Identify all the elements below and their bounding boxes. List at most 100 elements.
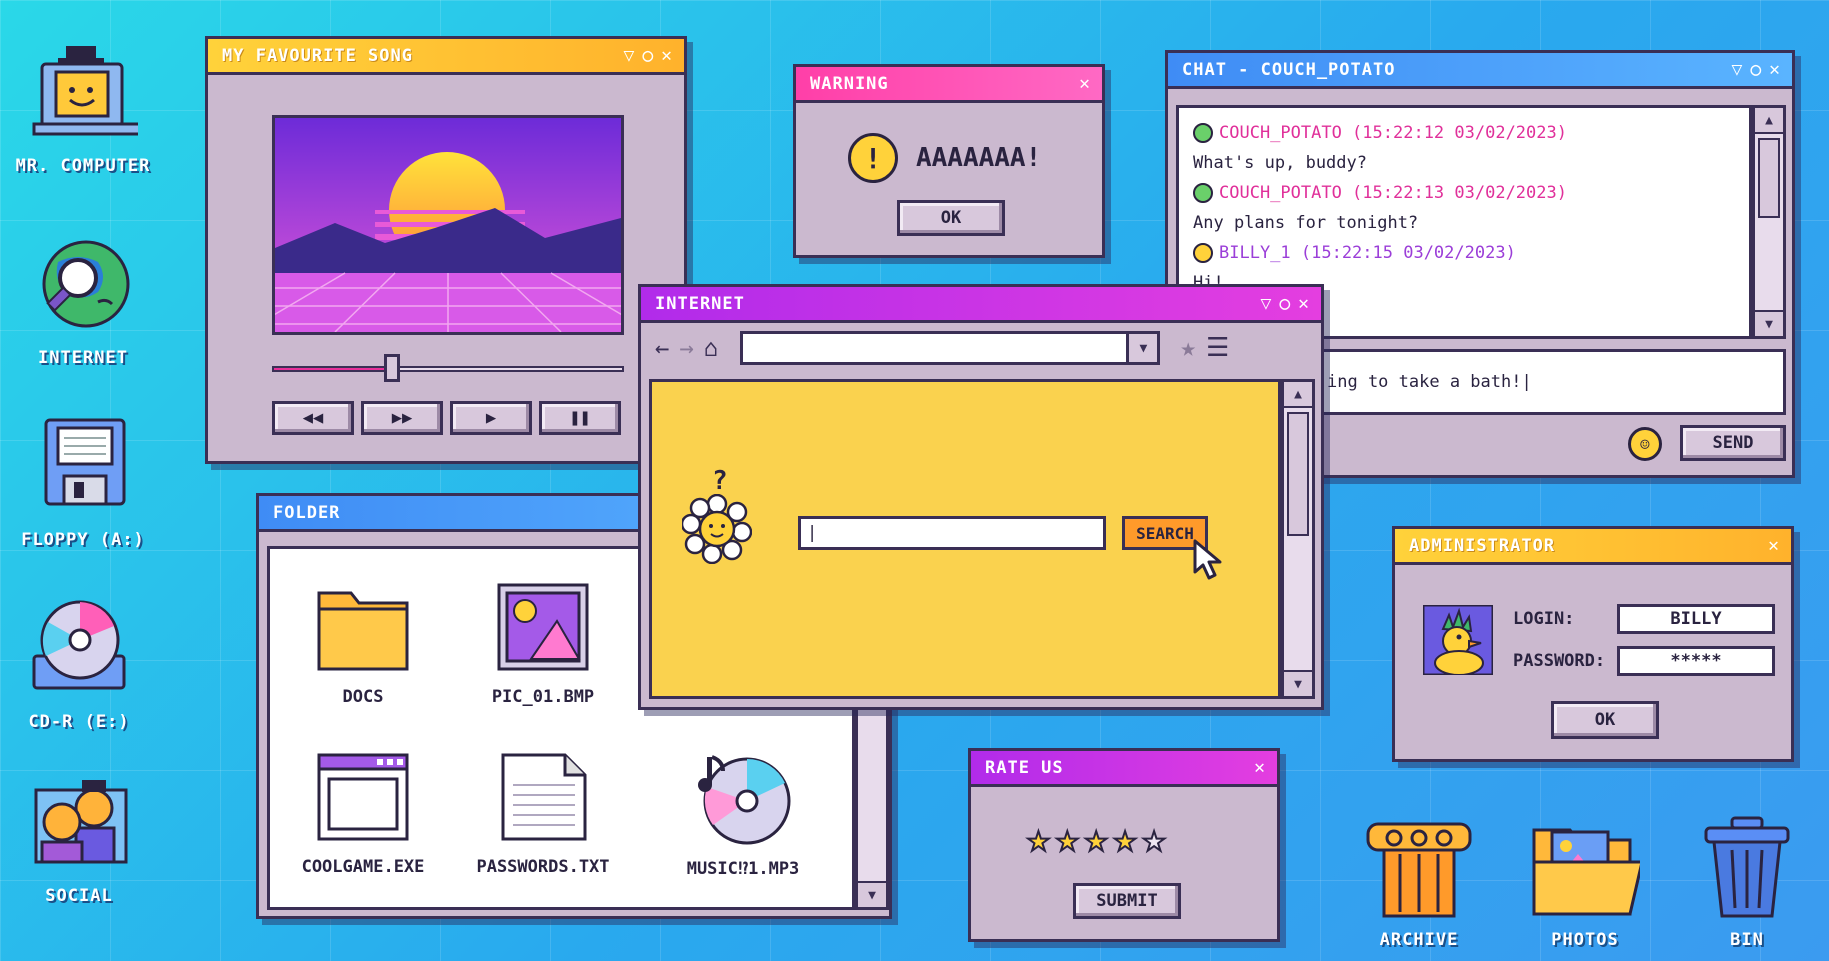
- rate-us-window[interactable]: RATE US ✕ ★ ★ ★ ★ ★ SUBMIT: [968, 748, 1280, 942]
- file-item-passwords[interactable]: PASSWORDS.TXT: [468, 753, 618, 877]
- chat-message-header: COUCH_POTATO (15:22:13 03/02/2023): [1193, 178, 1735, 208]
- scroll-up-icon[interactable]: ▲: [1284, 382, 1312, 408]
- address-bar[interactable]: ▼: [740, 331, 1161, 365]
- fast-forward-icon: ▶▶: [391, 408, 413, 428]
- desktop-icon-cd[interactable]: CD-R (E:): [4, 596, 154, 732]
- ok-button[interactable]: OK: [897, 200, 1005, 236]
- photos-folder-icon: [1530, 814, 1644, 924]
- star-filled-icon[interactable]: ★: [1084, 818, 1109, 858]
- desktop-icon-label: MR. COMPUTER: [15, 156, 151, 176]
- maximize-icon[interactable]: ○: [1750, 59, 1761, 80]
- music-cd-icon: [698, 755, 791, 845]
- home-icon[interactable]: ⌂: [704, 334, 718, 362]
- minimize-icon[interactable]: ▽: [1260, 293, 1271, 314]
- password-label: PASSWORD:: [1513, 651, 1606, 671]
- browser-scrollbar[interactable]: ▲ ▼: [1281, 379, 1315, 699]
- rewind-icon: ◀◀: [302, 408, 324, 428]
- window-title: WARNING: [810, 73, 889, 94]
- close-icon[interactable]: ✕: [1768, 535, 1779, 556]
- scroll-thumb[interactable]: [1758, 138, 1780, 218]
- folder-icon: [317, 591, 409, 671]
- minimize-icon[interactable]: ▽: [623, 45, 634, 66]
- flower-mascot-icon: [682, 494, 752, 564]
- scroll-down-icon[interactable]: ▼: [1284, 670, 1312, 696]
- star-rating[interactable]: ★ ★ ★ ★ ★: [1026, 818, 1167, 858]
- desktop-icon-label: CD-R (E:): [28, 712, 130, 732]
- close-icon[interactable]: ✕: [1079, 73, 1090, 94]
- trash-bin-icon: [1692, 814, 1802, 924]
- file-name: PASSWORDS.TXT: [476, 857, 610, 877]
- title-bar[interactable]: ADMINISTRATOR ✕: [1395, 529, 1791, 565]
- scroll-up-icon[interactable]: ▲: [1755, 108, 1783, 134]
- file-name: DOCS: [342, 687, 384, 707]
- menu-icon[interactable]: ☰: [1206, 333, 1229, 363]
- archive-column-icon: [1364, 814, 1474, 924]
- warning-window[interactable]: WARNING ✕ ! AAAAAAA! OK: [793, 64, 1105, 258]
- music-player-window[interactable]: MY FAVOURITE SONG ▽ ○ ✕ ◀◀ ▶▶ ▶ ❚❚: [205, 36, 687, 464]
- star-filled-icon[interactable]: ★: [1026, 818, 1051, 858]
- desktop-icon-bin[interactable]: BIN: [1672, 814, 1822, 950]
- globe-magnifier-icon: [28, 232, 138, 342]
- title-bar[interactable]: MY FAVOURITE SONG ▽ ○ ✕: [208, 39, 684, 75]
- emoji-icon[interactable]: ☺: [1628, 427, 1662, 461]
- close-icon[interactable]: ✕: [1769, 59, 1780, 80]
- search-input[interactable]: |: [798, 516, 1106, 550]
- administrator-login-window[interactable]: ADMINISTRATOR ✕ LOGIN: BILLY PASSWORD: *…: [1392, 526, 1794, 762]
- chat-sender: COUCH_POTATO (15:22:12 03/02/2023): [1219, 123, 1567, 143]
- question-mark: ?: [712, 466, 728, 496]
- desktop-icon-label: BIN: [1730, 930, 1764, 950]
- play-button[interactable]: ▶: [450, 401, 532, 435]
- internet-browser-window[interactable]: INTERNET ▽ ○ ✕ ← → ⌂ ▼ ★ ☰ ? | SEARCH ▲ …: [638, 284, 1324, 710]
- chat-sender: COUCH_POTATO (15:22:13 03/02/2023): [1219, 183, 1567, 203]
- file-item-pic[interactable]: PIC_01.BMP: [478, 583, 608, 707]
- window-title: MY FAVOURITE SONG: [222, 45, 413, 66]
- admin-ok-button[interactable]: OK: [1551, 701, 1659, 739]
- close-icon[interactable]: ✕: [1298, 293, 1309, 314]
- submit-button[interactable]: SUBMIT: [1073, 883, 1181, 919]
- send-button[interactable]: SEND: [1680, 425, 1786, 461]
- close-icon[interactable]: ✕: [1254, 757, 1265, 778]
- maximize-icon[interactable]: ○: [642, 45, 653, 66]
- back-arrow-icon[interactable]: ←: [655, 334, 669, 362]
- chat-scrollbar[interactable]: ▲ ▼: [1752, 105, 1786, 339]
- password-input[interactable]: *****: [1617, 646, 1775, 676]
- favorite-star-icon[interactable]: ★: [1180, 333, 1196, 363]
- dropdown-chevron-icon[interactable]: ▼: [1126, 331, 1161, 365]
- desktop-icon-mr-computer[interactable]: MR. COMPUTER: [8, 40, 158, 176]
- star-empty-icon[interactable]: ★: [1142, 818, 1167, 858]
- star-filled-icon[interactable]: ★: [1055, 818, 1080, 858]
- desktop-icon-archive[interactable]: ARCHIVE: [1344, 814, 1494, 950]
- desktop-icon-social[interactable]: SOCIAL: [4, 770, 154, 906]
- progress-track[interactable]: [272, 354, 624, 382]
- scroll-down-icon[interactable]: ▼: [1755, 310, 1783, 336]
- maximize-icon[interactable]: ○: [1279, 293, 1290, 314]
- desktop-icon-photos[interactable]: PHOTOS: [1510, 814, 1660, 950]
- text-file-icon: [501, 753, 587, 841]
- web-page-content: ? | SEARCH: [649, 379, 1281, 699]
- file-item-coolgame[interactable]: COOLGAME.EXE: [298, 753, 428, 877]
- title-bar[interactable]: WARNING ✕: [796, 67, 1102, 103]
- rewind-button[interactable]: ◀◀: [272, 401, 354, 435]
- computer-icon: [28, 40, 144, 150]
- desktop-icon-internet[interactable]: INTERNET: [8, 232, 158, 368]
- progress-knob[interactable]: [384, 354, 401, 382]
- chat-message-text: What's up, buddy?: [1193, 153, 1367, 173]
- star-filled-icon[interactable]: ★: [1113, 818, 1138, 858]
- title-bar[interactable]: RATE US ✕: [971, 751, 1277, 787]
- close-icon[interactable]: ✕: [661, 45, 672, 66]
- title-bar[interactable]: CHAT - COUCH_POTATO ▽ ○ ✕: [1168, 53, 1792, 89]
- scroll-thumb[interactable]: [1287, 412, 1309, 536]
- file-item-docs[interactable]: DOCS: [308, 583, 418, 707]
- scroll-down-icon[interactable]: ▼: [858, 881, 886, 907]
- minimize-icon[interactable]: ▽: [1731, 59, 1742, 80]
- file-item-music[interactable]: MUSIC⁉1.MP3: [668, 753, 818, 879]
- chat-sender: BILLY_1 (15:22:15 03/02/2023): [1219, 243, 1516, 263]
- desktop-icon-label: ARCHIVE: [1379, 930, 1459, 950]
- desktop-icon-floppy[interactable]: FLOPPY (A:): [8, 414, 158, 550]
- pause-button[interactable]: ❚❚: [539, 401, 621, 435]
- title-bar[interactable]: INTERNET ▽ ○ ✕: [641, 287, 1321, 323]
- forward-arrow-icon[interactable]: →: [679, 334, 693, 362]
- fast-forward-button[interactable]: ▶▶: [361, 401, 443, 435]
- window-title: RATE US: [985, 757, 1064, 778]
- login-input[interactable]: BILLY: [1617, 604, 1775, 634]
